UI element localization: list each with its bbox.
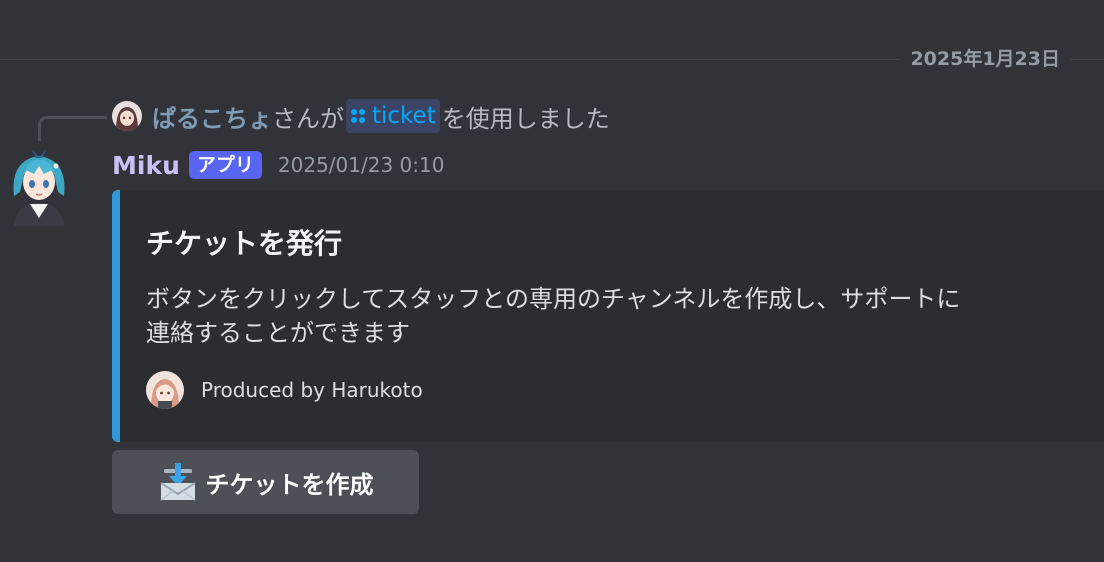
date-divider-label: 2025年1月23日 xyxy=(900,46,1070,72)
embed-description-line-1: ボタンをクリックしてスタッフとの専用のチャンネルを作成し、サポートに xyxy=(146,285,961,313)
command-name: ticket xyxy=(372,103,436,129)
command-icon xyxy=(351,109,365,123)
command-mention[interactable]: ticket xyxy=(346,99,440,133)
message-header: Miku アプリ 2025/01/23 0:10 xyxy=(112,148,444,182)
reply-text-after: を使用しました xyxy=(441,104,610,133)
embed-description: ボタンをクリックしてスタッフとの専用のチャンネルを作成し、サポートに 連絡するこ… xyxy=(146,282,1104,350)
message-timestamp[interactable]: 2025/01/23 0:10 xyxy=(278,153,445,177)
embed-footer-text: Produced by Harukoto xyxy=(201,378,423,402)
app-badge: アプリ xyxy=(188,151,262,179)
reply-user-avatar[interactable] xyxy=(112,101,142,131)
embed-description-line-2: 連絡することができます xyxy=(146,319,410,347)
author-avatar[interactable] xyxy=(8,144,70,226)
reply-connector xyxy=(38,116,107,141)
create-ticket-button[interactable]: チケットを作成 xyxy=(112,450,419,514)
reply-username[interactable]: ぱるこちょ xyxy=(152,99,272,134)
embed-footer: Produced by Harukoto xyxy=(146,370,423,410)
inbox-tray-icon xyxy=(159,463,196,501)
author-name[interactable]: Miku xyxy=(112,151,180,180)
embed-title: チケットを発行 xyxy=(146,227,343,260)
reply-text-before: さんが xyxy=(272,104,344,133)
footer-avatar xyxy=(146,371,184,409)
create-ticket-label: チケットを作成 xyxy=(205,470,374,499)
command-reply: ぱるこちょ さんが ticket を使用しました xyxy=(112,98,610,134)
